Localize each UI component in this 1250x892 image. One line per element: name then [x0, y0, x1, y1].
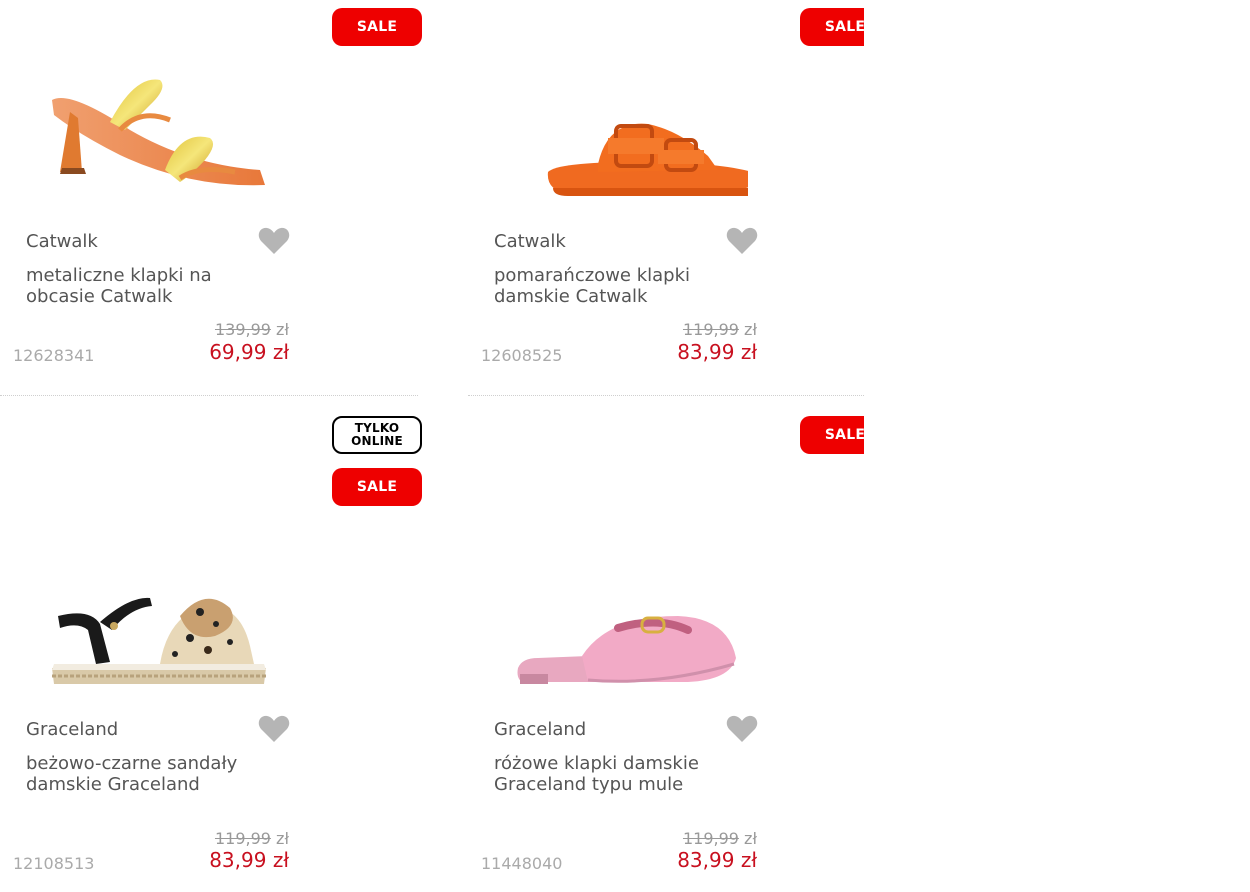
old-price-value: 119,99: [682, 829, 739, 848]
old-price: 139,99 zł: [215, 320, 289, 339]
product-name[interactable]: pomarańczowe klapki damskie Catwalk: [494, 265, 734, 307]
old-price: 119,99 zł: [683, 320, 757, 339]
product-brand: Graceland: [494, 719, 587, 740]
sale-badge: SALE: [800, 416, 864, 454]
product-card[interactable]: TYLKO ONLINE SALE Graceland beżowo-czarn…: [0, 396, 430, 892]
product-sku: 11448040: [481, 854, 563, 873]
sale-badge: SALE: [332, 468, 422, 506]
sale-price: 69,99 zł: [209, 340, 289, 364]
old-price-value: 139,99: [214, 320, 271, 339]
sale-price: 83,99 zł: [209, 848, 289, 872]
sale-price: 83,99 zł: [677, 340, 757, 364]
product-sku: 12608525: [481, 346, 563, 365]
old-price-currency: zł: [744, 829, 757, 848]
espadrille-sandal-image[interactable]: [40, 546, 280, 696]
online-badge-line2: ONLINE: [351, 434, 403, 448]
product-sku: 12628341: [13, 346, 95, 365]
heart-icon[interactable]: [726, 715, 758, 743]
sale-price: 83,99 zł: [677, 848, 757, 872]
old-price-currency: zł: [276, 320, 289, 339]
product-name[interactable]: metaliczne klapki na obcasie Catwalk: [26, 265, 266, 307]
old-price-currency: zł: [744, 320, 757, 339]
old-price-value: 119,99: [214, 829, 271, 848]
product-name[interactable]: beżowo-czarne sandały damskie Graceland: [26, 753, 266, 795]
heart-icon[interactable]: [258, 227, 290, 255]
old-price: 119,99 zł: [215, 829, 289, 848]
sale-badge: SALE: [332, 8, 422, 46]
old-price-currency: zł: [276, 829, 289, 848]
heart-icon[interactable]: [258, 715, 290, 743]
product-brand: Catwalk: [26, 231, 98, 252]
product-card[interactable]: SALE Catwalk metaliczne klapki na obcasi…: [0, 0, 430, 395]
product-sku: 12108513: [13, 854, 95, 873]
product-card[interactable]: SALE Graceland różowe klapki damskie Gra…: [468, 396, 864, 892]
old-price: 119,99 zł: [683, 829, 757, 848]
metallic-heel-sandal-image[interactable]: [40, 60, 280, 210]
product-name[interactable]: różowe klapki damskie Graceland typu mul…: [494, 753, 734, 795]
old-price-value: 119,99: [682, 320, 739, 339]
sale-badge: SALE: [800, 8, 864, 46]
orange-slide-image[interactable]: [508, 60, 748, 210]
online-only-badge: TYLKO ONLINE: [332, 416, 422, 454]
product-brand: Catwalk: [494, 231, 566, 252]
heart-icon[interactable]: [726, 227, 758, 255]
product-card[interactable]: SALE Catwalk pomarańczowe klapki damskie…: [468, 0, 864, 395]
pink-mule-image[interactable]: [508, 546, 748, 696]
product-grid: SALE Catwalk metaliczne klapki na obcasi…: [0, 0, 864, 892]
product-brand: Graceland: [26, 719, 119, 740]
